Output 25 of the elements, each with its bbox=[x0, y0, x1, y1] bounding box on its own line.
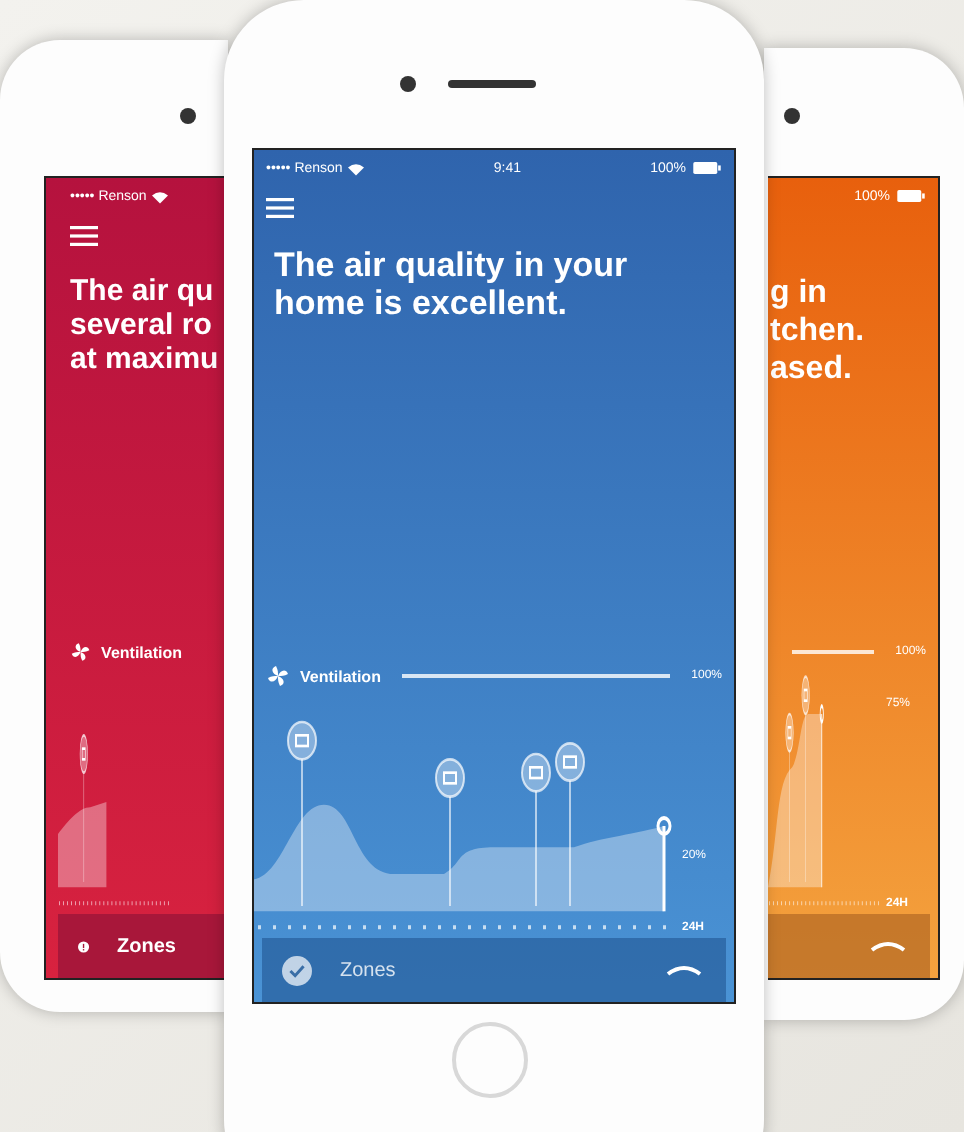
ventilation-label: Ventilation bbox=[101, 643, 182, 661]
wifi-icon bbox=[348, 161, 365, 175]
zones-bar[interactable]: Zones bbox=[262, 938, 726, 1002]
zones-label: Zones bbox=[117, 935, 176, 957]
camera-dot bbox=[784, 108, 800, 124]
air-quality-message: The air quality in your home is excellent. bbox=[272, 246, 630, 322]
wifi-icon bbox=[152, 189, 169, 203]
air-quality-message: g in tchen. ased. bbox=[768, 274, 867, 388]
battery-icon bbox=[896, 190, 926, 202]
zones-bar[interactable]: Zones bbox=[58, 914, 228, 978]
battery-icon bbox=[692, 162, 723, 174]
air-quality-message: The air qu several ro at maximu bbox=[68, 274, 221, 376]
camera-dot bbox=[180, 108, 196, 124]
fan-icon bbox=[266, 664, 290, 688]
ventilation-label: Ventilation bbox=[300, 667, 381, 685]
check-icon bbox=[282, 955, 312, 985]
chevron-up-icon[interactable] bbox=[666, 964, 702, 976]
speaker-slot bbox=[448, 80, 536, 88]
ventilation-wave-area bbox=[58, 802, 107, 888]
camera-dot bbox=[400, 76, 416, 92]
zones-label: Zones bbox=[340, 959, 396, 981]
chevron-up-icon[interactable] bbox=[870, 940, 906, 952]
menu-icon[interactable] bbox=[266, 198, 294, 218]
fan-icon bbox=[70, 640, 92, 664]
menu-icon[interactable] bbox=[70, 226, 98, 246]
